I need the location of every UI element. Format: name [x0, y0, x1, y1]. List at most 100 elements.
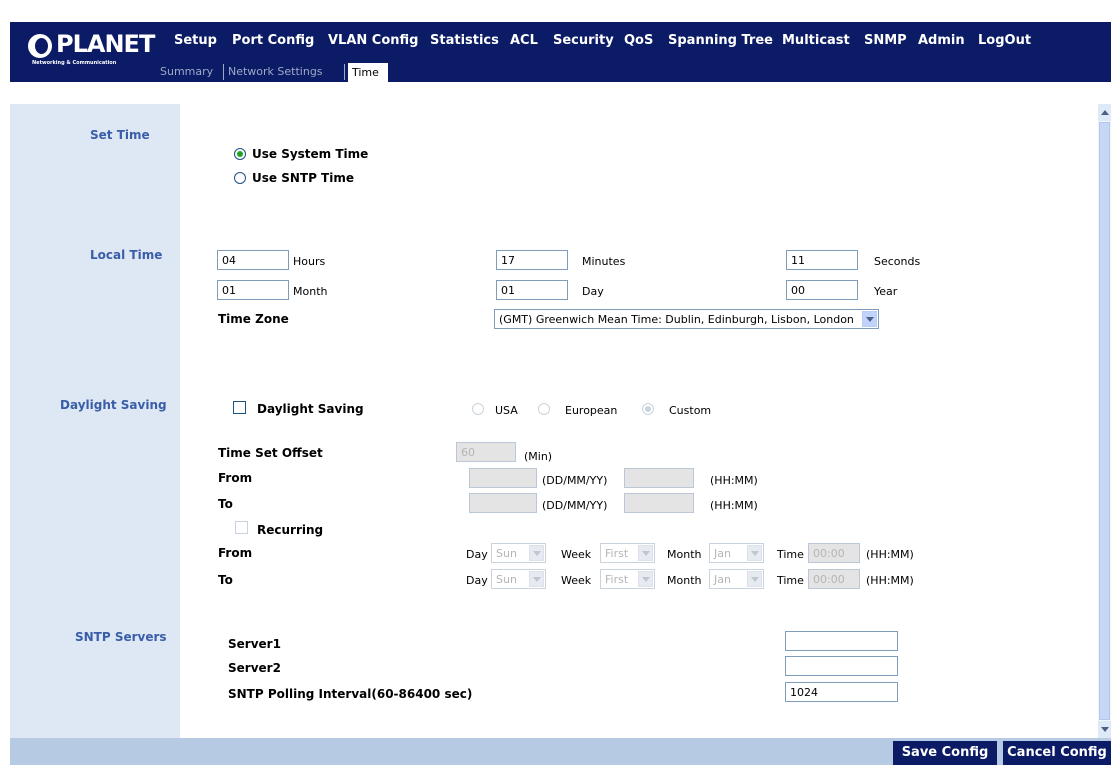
server2-input[interactable] — [785, 656, 898, 676]
scroll-thumb[interactable] — [1099, 122, 1110, 720]
recurring-to-time-input[interactable] — [808, 569, 860, 589]
month-label: Month — [293, 285, 328, 298]
nav-logout[interactable]: LogOut — [978, 33, 1031, 48]
hours-label: Hours — [293, 255, 326, 268]
custom-radio[interactable] — [642, 403, 654, 415]
nav-port-config[interactable]: Port Config — [232, 33, 314, 48]
nav-statistics[interactable]: Statistics — [430, 33, 499, 48]
planet-logo: PLANET Networking & Communication — [28, 30, 168, 76]
to-day-select[interactable]: Sun — [491, 569, 546, 589]
from-week-value: First — [605, 547, 629, 560]
scroll-down-arrow-icon[interactable] — [1098, 721, 1111, 738]
to-day-value: Sun — [496, 573, 517, 586]
minutes-input[interactable] — [496, 250, 568, 270]
nav-security[interactable]: Security — [553, 33, 614, 48]
to-time-format: (HH:MM) — [710, 499, 758, 512]
server1-input[interactable] — [785, 631, 898, 651]
nav-admin[interactable]: Admin — [918, 33, 965, 48]
nav-setup[interactable]: Setup — [174, 33, 217, 48]
to-time-label: Time — [777, 574, 804, 587]
hours-input[interactable] — [217, 250, 289, 270]
recurring-label: Recurring — [257, 523, 324, 537]
from-day-label: Day — [466, 548, 488, 561]
time-settings-panel: Use System Time Use SNTP Time Hours Minu… — [180, 104, 1098, 738]
chevron-down-icon[interactable] — [638, 545, 653, 561]
year-label: Year — [874, 285, 898, 298]
recurring-from-time-input[interactable] — [808, 543, 860, 563]
to-week-select[interactable]: First — [600, 569, 655, 589]
logo-wordmark: PLANET — [56, 30, 155, 58]
subnav-summary[interactable]: Summary — [160, 65, 213, 78]
chevron-down-icon[interactable] — [529, 571, 544, 587]
time-set-offset-label: Time Set Offset — [218, 446, 323, 460]
nav-snmp[interactable]: SNMP — [864, 33, 907, 48]
nav-spanning-tree[interactable]: Spanning Tree — [668, 33, 773, 48]
day-input[interactable] — [496, 280, 568, 300]
use-sntp-time-radio[interactable] — [234, 172, 246, 184]
polling-interval-input[interactable] — [785, 682, 898, 702]
chevron-down-icon[interactable] — [747, 545, 762, 561]
to-day-label: Day — [466, 574, 488, 587]
use-sntp-time-label: Use SNTP Time — [252, 171, 354, 185]
to-date-label: To — [218, 497, 233, 511]
nav-acl[interactable]: ACL — [510, 33, 538, 48]
european-label: European — [565, 404, 618, 417]
month-input[interactable] — [217, 280, 289, 300]
from-date-input[interactable] — [469, 468, 537, 488]
recurring-to-label: To — [218, 573, 233, 587]
from-time-label: Time — [777, 548, 804, 561]
to-month-select[interactable]: Jan — [709, 569, 764, 589]
main-nav: Setup Port Config VLAN Config Statistics… — [166, 22, 1042, 62]
from-month-value: Jan — [714, 547, 731, 560]
recurring-to-time-format: (HH:MM) — [866, 574, 914, 587]
from-month-select[interactable]: Jan — [709, 543, 764, 563]
european-radio[interactable] — [538, 403, 550, 415]
time-set-offset-input[interactable] — [456, 442, 516, 462]
section-label-local-time: Local Time — [90, 248, 163, 262]
from-week-label: Week — [561, 548, 592, 561]
section-sidebar: Set Time Local Time Daylight Saving SNTP… — [10, 104, 180, 738]
logo-icon — [28, 34, 52, 58]
minutes-label: Minutes — [582, 255, 626, 268]
subnav-time[interactable]: Time — [348, 63, 388, 82]
usa-label: USA — [495, 404, 518, 417]
cancel-config-button[interactable]: Cancel Config — [1003, 741, 1111, 765]
from-time-input[interactable] — [624, 468, 694, 488]
recurring-checkbox[interactable] — [235, 521, 248, 534]
seconds-input[interactable] — [786, 250, 858, 270]
section-label-set-time: Set Time — [90, 128, 150, 142]
use-system-time-label: Use System Time — [252, 147, 369, 161]
timezone-select[interactable]: (GMT) Greenwich Mean Time: Dublin, Edinb… — [494, 309, 879, 329]
custom-label: Custom — [669, 404, 712, 417]
nav-multicast[interactable]: Multicast — [782, 33, 850, 48]
daylight-saving-checkbox[interactable] — [233, 401, 246, 414]
use-system-time-radio[interactable] — [234, 148, 246, 160]
seconds-label: Seconds — [874, 255, 921, 268]
from-date-label: From — [218, 471, 253, 485]
year-input[interactable] — [786, 280, 858, 300]
from-date-format: (DD/MM/YY) — [542, 474, 608, 487]
to-month-value: Jan — [714, 573, 731, 586]
from-week-select[interactable]: First — [600, 543, 655, 563]
subnav-divider — [344, 64, 345, 80]
to-time-input[interactable] — [624, 493, 694, 513]
logo-tagline: Networking & Communication — [32, 60, 117, 66]
nav-vlan-config[interactable]: VLAN Config — [328, 33, 418, 48]
from-month-label: Month — [667, 548, 702, 561]
from-day-select[interactable]: Sun — [491, 543, 546, 563]
server1-label: Server1 — [228, 637, 281, 651]
recurring-from-time-format: (HH:MM) — [866, 548, 914, 561]
chevron-down-icon[interactable] — [862, 311, 877, 327]
chevron-down-icon[interactable] — [638, 571, 653, 587]
to-date-input[interactable] — [469, 493, 537, 513]
timezone-label: Time Zone — [218, 312, 289, 326]
usa-radio[interactable] — [472, 403, 484, 415]
section-label-sntp-servers: SNTP Servers — [75, 630, 167, 644]
subnav-network-settings[interactable]: Network Settings — [228, 65, 323, 78]
scroll-up-arrow-icon[interactable] — [1098, 104, 1111, 121]
chevron-down-icon[interactable] — [529, 545, 544, 561]
nav-qos[interactable]: QoS — [624, 33, 653, 48]
from-time-format: (HH:MM) — [710, 474, 758, 487]
save-config-button[interactable]: Save Config — [893, 741, 997, 765]
chevron-down-icon[interactable] — [747, 571, 762, 587]
